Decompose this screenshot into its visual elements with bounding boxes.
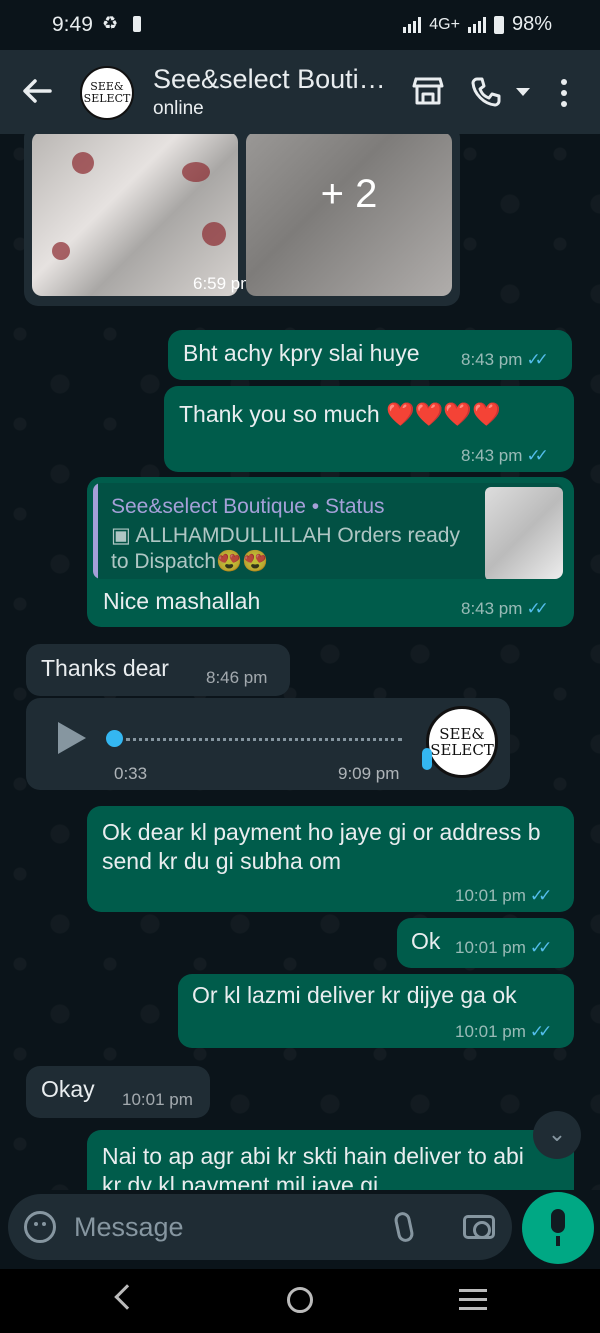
outgoing-message[interactable]: Bht achy kpry slai huye 8:43 pm ✓✓ <box>168 330 572 380</box>
play-icon[interactable] <box>58 722 86 754</box>
battery-icon <box>493 15 504 34</box>
outgoing-message[interactable]: Or kl lazmi deliver kr dijye ga ok 10:01… <box>178 974 574 1048</box>
microphone-icon <box>551 1209 565 1233</box>
chevron-down-icon[interactable] <box>516 88 530 96</box>
camera-icon[interactable] <box>463 1215 495 1239</box>
contact-name[interactable]: See&select Bouti… <box>153 64 393 95</box>
quote-accent-bar <box>93 483 98 579</box>
message-time: 8:46 pm <box>206 668 268 687</box>
read-ticks-icon: ✓✓ <box>526 350 548 369</box>
chat-header: SEE& SELECT See&select Bouti… online <box>0 50 600 134</box>
nav-home-icon[interactable] <box>287 1287 313 1313</box>
outgoing-reply-message[interactable]: See&select Boutique • Status ▣ ALLHAMDUL… <box>87 477 574 627</box>
quoted-status[interactable]: See&select Boutique • Status ▣ ALLHAMDUL… <box>93 483 563 579</box>
incoming-message[interactable]: Okay 10:01 pm <box>26 1066 210 1118</box>
quote-body: ▣ ALLHAMDULLILLAH Orders ready to Dispat… <box>111 524 460 573</box>
signal-icon <box>403 16 422 33</box>
voice-record-button[interactable] <box>522 1192 594 1264</box>
status-bar: 9:49 ♻ 4G+ 98% <box>0 0 600 50</box>
more-images-count: + 2 <box>320 172 378 216</box>
message-text: Ok dear kl payment ho jaye gi or address… <box>102 819 541 874</box>
outgoing-message[interactable]: Nai to ap agr abi kr skti hain deliver t… <box>87 1130 574 1190</box>
avatar-text-line1: SEE& <box>439 725 485 743</box>
voice-duration: 0:33 <box>114 764 148 783</box>
message-time: 10:01 pm ✓✓ <box>455 1022 552 1041</box>
avatar-text-line2: SELECT <box>83 92 131 105</box>
image-album-message[interactable]: 6:59 pm + 2 <box>24 134 460 306</box>
message-time: 10:01 pm ✓✓ <box>455 938 552 957</box>
message-text: Thanks dear <box>41 655 169 681</box>
image-thumbnail[interactable] <box>32 134 238 296</box>
quote-thumbnail <box>485 487 563 579</box>
seek-handle[interactable] <box>106 730 123 747</box>
message-text: Okay <box>41 1076 95 1102</box>
message-time: 10:01 pm <box>122 1090 193 1109</box>
mic-badge-icon <box>422 748 432 770</box>
message-input[interactable] <box>74 1208 374 1246</box>
read-ticks-icon: ✓✓ <box>526 446 548 465</box>
contact-status: online <box>153 98 204 119</box>
read-ticks-icon: ✓✓ <box>529 938 552 957</box>
outgoing-message[interactable]: Thank you so much ❤️❤️❤️❤️ 8:43 pm ✓✓ <box>164 386 574 472</box>
double-chevron-down-icon: ⌄ <box>547 1121 567 1146</box>
chat-area[interactable]: 6:59 pm + 2 Bht achy kpry slai huye 8:43… <box>0 134 600 1190</box>
message-text: Thank you so much ❤️❤️❤️❤️ <box>179 401 501 427</box>
voice-message[interactable]: 0:33 9:09 pm SEE& SELECT <box>26 698 510 790</box>
message-time: 8:43 pm ✓✓ <box>461 599 549 618</box>
notification-icon <box>133 16 141 32</box>
status-indicators: 4G+ 98% <box>403 13 552 36</box>
signal-icon-2 <box>467 16 486 33</box>
read-ticks-icon: ✓✓ <box>529 1022 552 1041</box>
network-type: 4G+ <box>429 15 460 33</box>
message-time: 10:01 pm ✓✓ <box>455 886 552 905</box>
image-thumbnail-more[interactable]: + 2 <box>246 134 452 296</box>
system-navigation-bar <box>0 1269 600 1333</box>
scroll-to-bottom-button[interactable]: ⌄ <box>533 1111 581 1159</box>
attachment-icon[interactable] <box>393 1210 415 1244</box>
nav-recents-icon[interactable] <box>459 1289 487 1311</box>
incoming-message[interactable]: Thanks dear 8:46 pm <box>26 644 290 696</box>
microphone-stem <box>556 1236 560 1246</box>
read-ticks-icon: ✓✓ <box>526 599 548 618</box>
more-options-icon[interactable] <box>561 79 569 109</box>
storefront-icon[interactable] <box>412 76 444 106</box>
outgoing-message[interactable]: Ok dear kl payment ho jaye gi or address… <box>87 806 574 912</box>
message-text: Or kl lazmi deliver kr dijye ga ok <box>192 982 517 1008</box>
message-text: Nai to ap agr abi kr skti hain deliver t… <box>102 1143 524 1190</box>
waveform[interactable] <box>126 738 402 741</box>
nav-back-icon[interactable] <box>114 1284 140 1310</box>
contact-avatar[interactable]: SEE& SELECT <box>80 66 134 120</box>
back-arrow-icon[interactable] <box>20 74 54 108</box>
quote-title: See&select Boutique • Status <box>111 495 385 518</box>
message-composer <box>8 1194 512 1260</box>
battery-level: 98% <box>511 13 552 35</box>
message-text: Ok <box>411 928 441 954</box>
outgoing-message[interactable]: Ok 10:01 pm ✓✓ <box>397 918 574 968</box>
status-time: 9:49 <box>52 13 93 36</box>
message-time: 8:43 pm ✓✓ <box>461 446 549 465</box>
message-text: Nice mashallah <box>103 588 261 614</box>
read-ticks-icon: ✓✓ <box>529 886 552 905</box>
sync-icon: ♻ <box>102 13 119 33</box>
message-time: 8:43 pm ✓✓ <box>461 350 549 369</box>
message-text: Bht achy kpry slai huye <box>183 340 420 366</box>
avatar-text-line2: SELECT <box>430 741 494 759</box>
call-icon[interactable] <box>470 76 502 108</box>
sender-avatar: SEE& SELECT <box>426 706 498 778</box>
message-time: 9:09 pm <box>338 764 400 783</box>
emoji-sticker-icon[interactable] <box>24 1211 56 1243</box>
